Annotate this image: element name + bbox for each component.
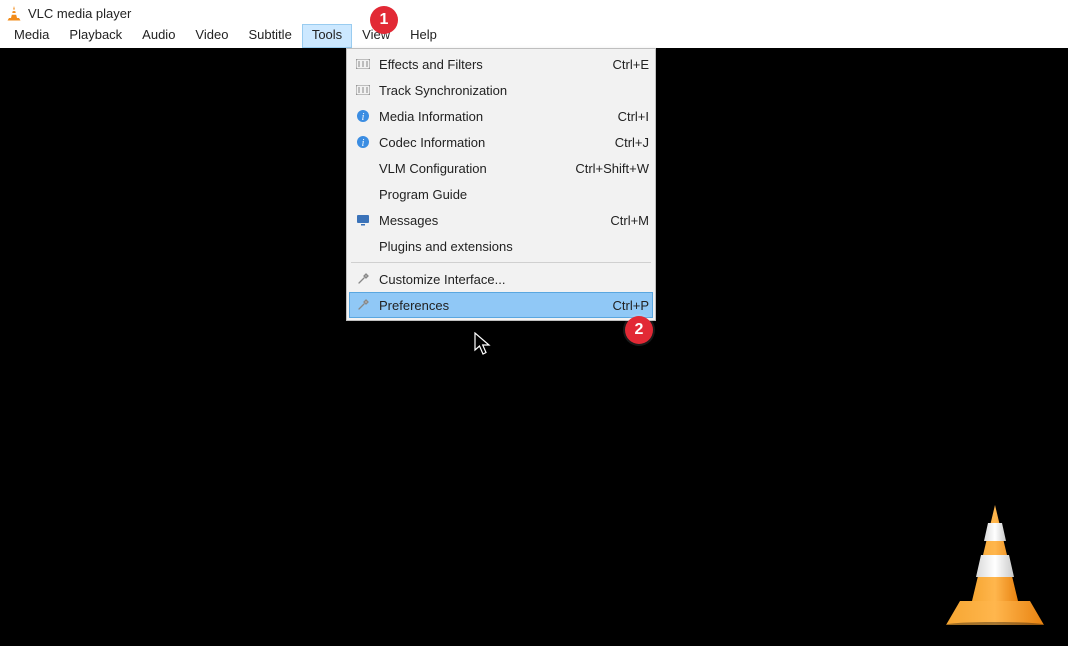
menuitem-label: Customize Interface... [379,272,629,287]
menu-playback[interactable]: Playback [59,24,132,48]
wrench-icon [353,269,373,289]
tools-dropdown: Effects and Filters Ctrl+E Track Synchro… [346,48,656,321]
menuitem-messages[interactable]: Messages Ctrl+M [349,207,653,233]
menuitem-label: Preferences [379,298,593,313]
menu-audio[interactable]: Audio [132,24,185,48]
titlebar: VLC media player [0,0,1068,24]
sliders-icon [353,54,373,74]
menu-video[interactable]: Video [185,24,238,48]
menuitem-label: VLM Configuration [379,161,555,176]
svg-text:i: i [362,112,365,123]
menuitem-shortcut: Ctrl+M [610,213,649,228]
menuitem-label: Codec Information [379,135,595,150]
menuitem-customize-interface[interactable]: Customize Interface... [349,266,653,292]
menuitem-effects-filters[interactable]: Effects and Filters Ctrl+E [349,51,653,77]
screen-icon [353,210,373,230]
menuitem-preferences[interactable]: Preferences Ctrl+P [349,292,653,318]
info-icon: i [353,132,373,152]
menuitem-media-info[interactable]: i Media Information Ctrl+I [349,103,653,129]
menu-tools[interactable]: Tools [302,24,352,48]
wrench-icon [353,295,373,315]
menuitem-shortcut: Ctrl+P [613,298,649,313]
blank-icon [353,158,373,178]
menu-subtitle[interactable]: Subtitle [238,24,301,48]
menuitem-vlm-config[interactable]: VLM Configuration Ctrl+Shift+W [349,155,653,181]
blank-icon [353,236,373,256]
vlc-cone-icon [6,5,22,21]
window-title: VLC media player [28,6,131,21]
menu-media[interactable]: Media [4,24,59,48]
menuitem-codec-info[interactable]: i Codec Information Ctrl+J [349,129,653,155]
annotation-badge-2: 2 [625,316,653,344]
info-icon: i [353,106,373,126]
menuitem-label: Messages [379,213,590,228]
menuitem-plugins[interactable]: Plugins and extensions [349,233,653,259]
menuitem-label: Plugins and extensions [379,239,629,254]
menubar: Media Playback Audio Video Subtitle Tool… [0,24,1068,48]
menuitem-shortcut: Ctrl+J [615,135,649,150]
menuitem-label: Media Information [379,109,598,124]
menu-help[interactable]: Help [400,24,447,48]
annotation-badge-1: 1 [370,6,398,34]
menuitem-label: Program Guide [379,187,629,202]
menuitem-program-guide[interactable]: Program Guide [349,181,653,207]
menu-separator [351,262,651,263]
menuitem-shortcut: Ctrl+E [613,57,649,72]
sliders-icon [353,80,373,100]
menuitem-label: Track Synchronization [379,83,629,98]
menuitem-shortcut: Ctrl+I [618,109,649,124]
mouse-cursor-icon [474,332,492,356]
vlc-cone-logo [940,503,1050,628]
menuitem-track-sync[interactable]: Track Synchronization [349,77,653,103]
svg-text:i: i [362,138,365,149]
blank-icon [353,184,373,204]
menuitem-label: Effects and Filters [379,57,593,72]
menuitem-shortcut: Ctrl+Shift+W [575,161,649,176]
